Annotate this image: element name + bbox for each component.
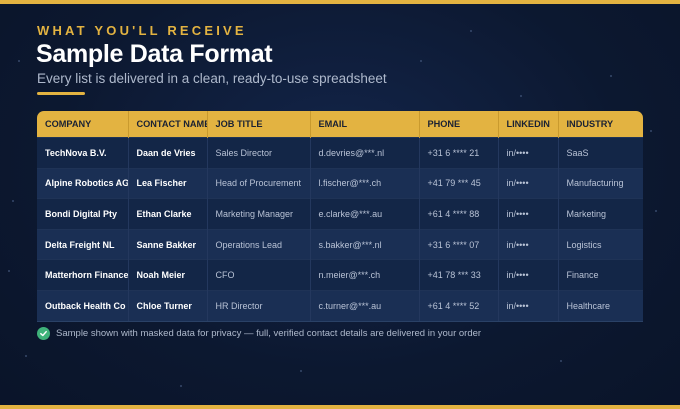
page-title: Sample Data Format: [36, 40, 273, 68]
table-row: TechNova B.V. Daan de Vries Sales Direct…: [37, 137, 643, 169]
cell-phone: +61 4 **** 52: [419, 289, 499, 322]
table-header-row: COMPANY CONTACT NAME JOB TITLE EMAIL PHO…: [37, 111, 643, 138]
cell-job-title: CFO: [207, 259, 311, 291]
cell-email: l.fischer@***.ch: [310, 167, 420, 199]
column-header-company: COMPANY: [37, 111, 129, 138]
cell-company: Delta Freight NL: [37, 228, 129, 260]
cell-industry: Healthcare: [558, 289, 643, 322]
cell-company: Bondi Digital Pty: [37, 198, 129, 230]
column-header-contact-name: CONTACT NAME: [128, 111, 208, 138]
cell-email: n.meier@***.ch: [310, 259, 420, 291]
cell-contact-name: Chloe Turner: [128, 289, 208, 322]
cell-email: s.bakker@***.nl: [310, 228, 420, 260]
privacy-note-text: Sample shown with masked data for privac…: [56, 328, 482, 339]
table-row: Bondi Digital Pty Ethan Clarke Marketing…: [37, 198, 643, 230]
cell-contact-name: Daan de Vries: [128, 137, 208, 169]
cell-industry: Manufacturing: [558, 167, 643, 199]
cell-job-title: Head of Procurement: [207, 167, 311, 199]
cell-contact-name: Ethan Clarke: [128, 198, 208, 230]
cell-company: Matterhorn Finance: [37, 259, 129, 291]
cell-linkedin: in/••••: [498, 259, 559, 291]
cell-linkedin: in/••••: [498, 289, 559, 322]
column-header-job-title: JOB TITLE: [207, 111, 311, 138]
cell-contact-name: Sanne Bakker: [128, 228, 208, 260]
table-row: Delta Freight NL Sanne Bakker Operations…: [37, 228, 643, 260]
cell-job-title: Marketing Manager: [207, 198, 311, 230]
cell-job-title: Sales Director: [207, 137, 311, 169]
cell-industry: Finance: [558, 259, 643, 291]
cell-linkedin: in/••••: [498, 198, 559, 230]
cell-phone: +31 6 **** 07: [419, 228, 499, 260]
column-header-email: EMAIL: [310, 111, 420, 138]
privacy-note: Sample shown with masked data for privac…: [37, 327, 481, 340]
cell-phone: +41 78 *** 33: [419, 259, 499, 291]
section-eyebrow: WHAT YOU'LL RECEIVE: [37, 23, 247, 38]
check-circle-icon: [37, 327, 50, 340]
table-row: Matterhorn Finance Noah Meier CFO n.meie…: [37, 259, 643, 291]
cell-linkedin: in/••••: [498, 167, 559, 199]
cell-company: Alpine Robotics AG: [37, 167, 129, 199]
cell-company: TechNova B.V.: [37, 137, 129, 169]
column-header-linkedin: LINKEDIN: [498, 111, 559, 138]
cell-industry: SaaS: [558, 137, 643, 169]
column-header-industry: INDUSTRY: [558, 111, 643, 138]
cell-phone: +61 4 **** 88: [419, 198, 499, 230]
cell-email: e.clarke@***.au: [310, 198, 420, 230]
cell-email: c.turner@***.au: [310, 289, 420, 322]
bottom-accent-bar: [0, 405, 680, 409]
cell-email: d.devries@***.nl: [310, 137, 420, 169]
cell-contact-name: Lea Fischer: [128, 167, 208, 199]
table-row: Outback Health Co Chloe Turner HR Direct…: [37, 289, 643, 322]
cell-linkedin: in/••••: [498, 137, 559, 169]
cell-phone: +31 6 **** 21: [419, 137, 499, 169]
cell-contact-name: Noah Meier: [128, 259, 208, 291]
cell-company: Outback Health Co: [37, 289, 129, 322]
top-accent-bar: [0, 0, 680, 4]
table-row: Alpine Robotics AG Lea Fischer Head of P…: [37, 167, 643, 199]
cell-linkedin: in/••••: [498, 228, 559, 260]
sample-data-table: COMPANY CONTACT NAME JOB TITLE EMAIL PHO…: [37, 111, 643, 322]
page-subtitle: Every list is delivered in a clean, read…: [37, 71, 387, 86]
cell-job-title: HR Director: [207, 289, 311, 322]
cell-job-title: Operations Lead: [207, 228, 311, 260]
cell-industry: Logistics: [558, 228, 643, 260]
title-underline: [37, 92, 85, 95]
cell-phone: +41 79 *** 45: [419, 167, 499, 199]
column-header-phone: PHONE: [419, 111, 499, 138]
cell-industry: Marketing: [558, 198, 643, 230]
